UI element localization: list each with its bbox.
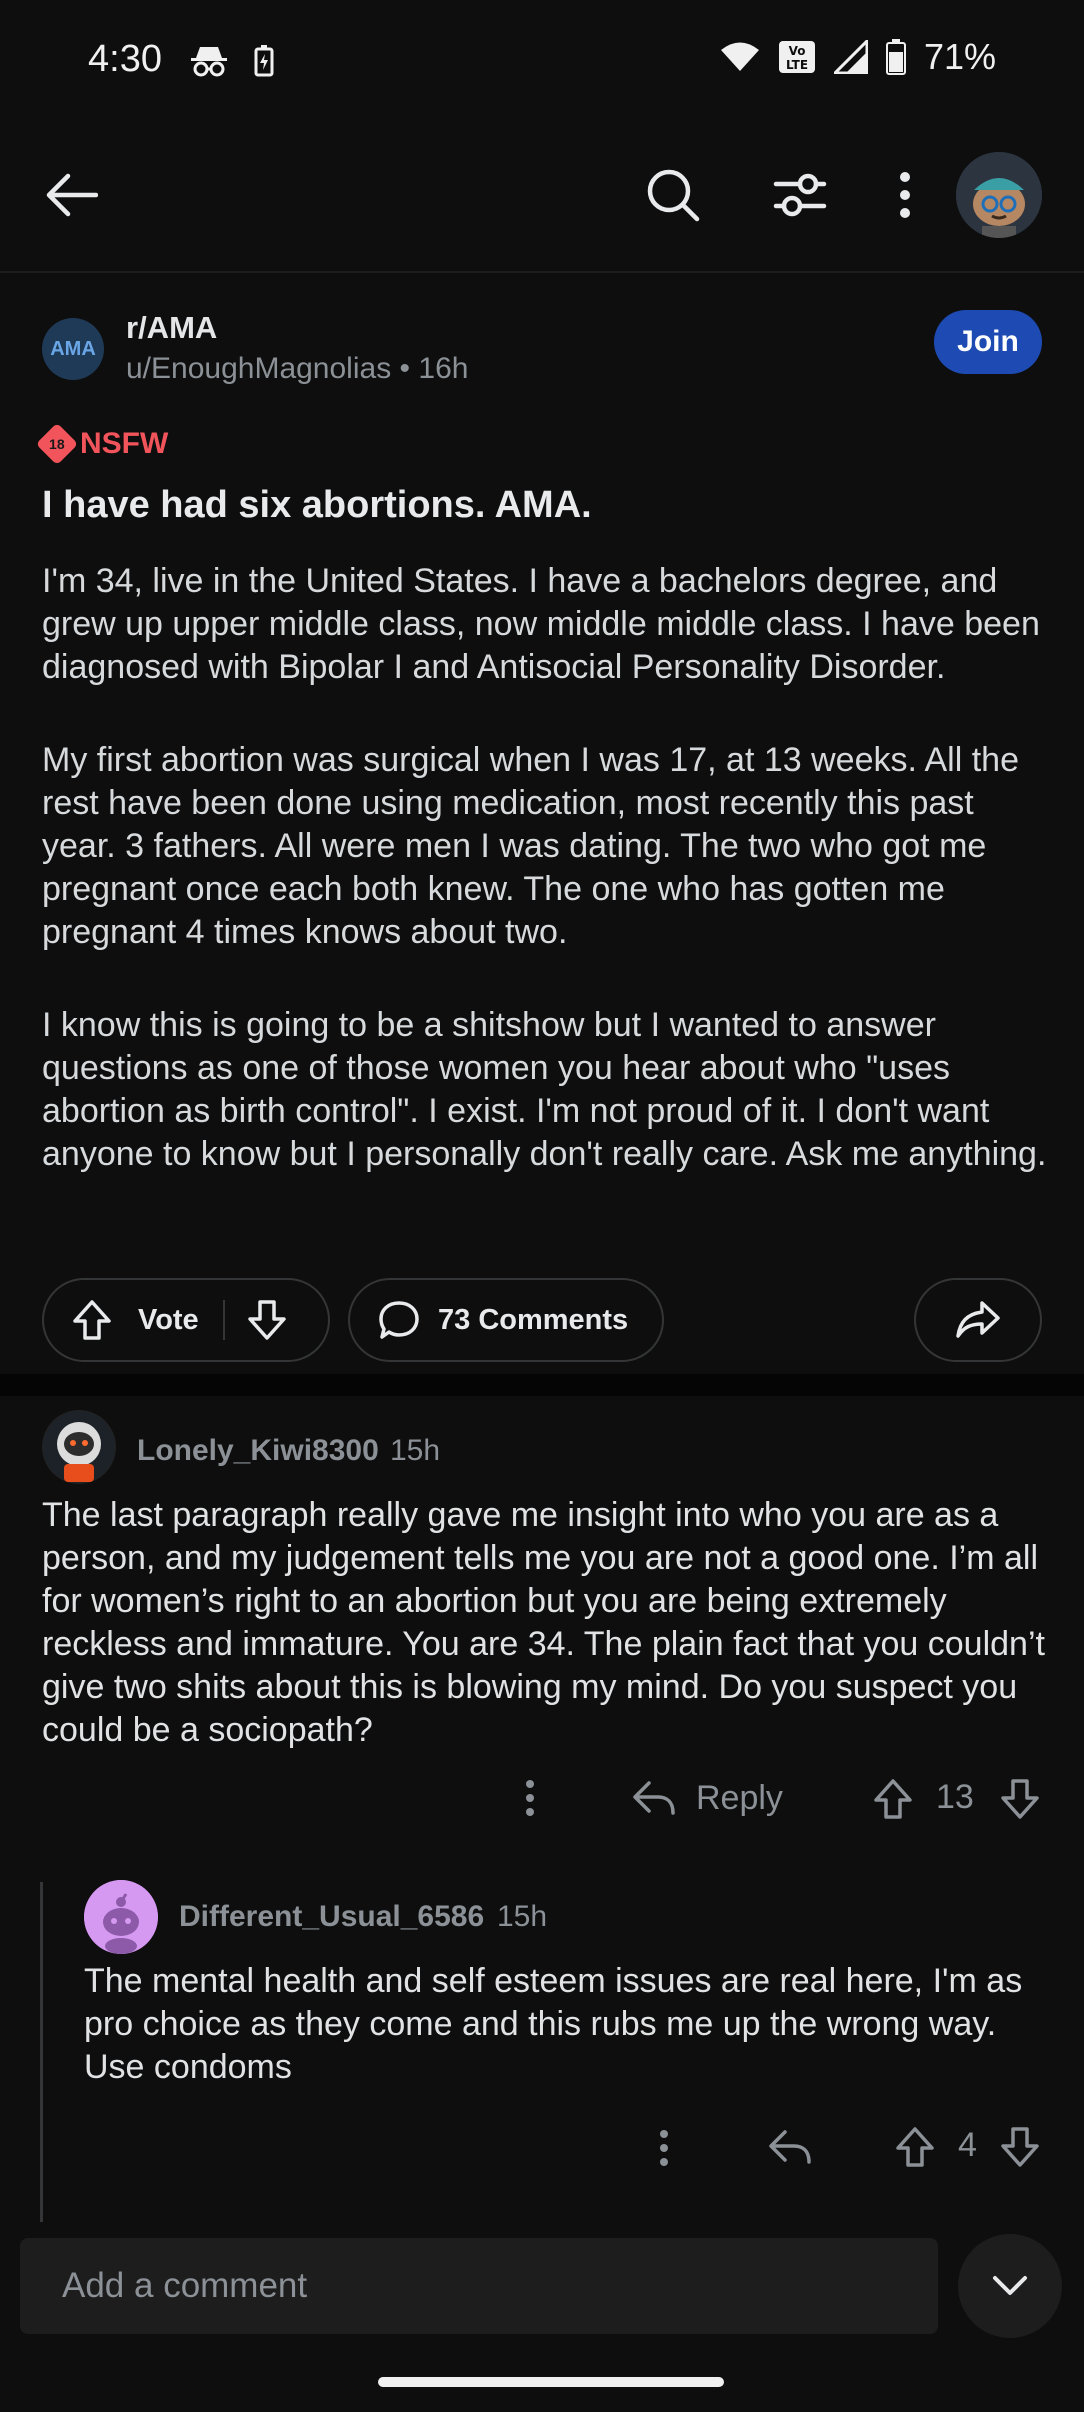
downvote-icon[interactable] bbox=[247, 1299, 287, 1341]
downvote-icon[interactable] bbox=[1000, 1778, 1040, 1820]
upvote-icon[interactable] bbox=[895, 2126, 935, 2168]
status-right-icons: Vo LTE 71% bbox=[720, 36, 996, 78]
signal-icon bbox=[833, 40, 868, 74]
downvote-icon[interactable] bbox=[1000, 2126, 1040, 2168]
sort-filter-button[interactable] bbox=[758, 155, 842, 235]
incognito-icon bbox=[191, 47, 227, 77]
commenter-avatar[interactable] bbox=[42, 1410, 116, 1484]
section-divider bbox=[0, 1374, 1084, 1396]
snoo-avatar-icon bbox=[956, 152, 1042, 238]
vote-divider bbox=[222, 1300, 225, 1340]
post-title: I have had six abortions. AMA. bbox=[42, 484, 592, 526]
comment-actions: Reply 13 bbox=[0, 1764, 1084, 1834]
comments-button[interactable]: 73 Comments bbox=[348, 1278, 664, 1362]
more-options-icon bbox=[660, 2130, 668, 2166]
post-body: I'm 34, live in the United States. I hav… bbox=[42, 560, 1052, 1226]
more-options-icon bbox=[900, 172, 910, 218]
comment-author[interactable]: Lonely_Kiwi8300 bbox=[137, 1434, 379, 1468]
battery-saver-icon bbox=[254, 45, 274, 77]
status-left-icons bbox=[190, 44, 274, 78]
comment-bubble-icon bbox=[379, 1301, 419, 1339]
post-action-row: Vote 73 Comments bbox=[42, 1278, 1042, 1362]
search-icon bbox=[647, 169, 700, 222]
search-button[interactable] bbox=[633, 155, 713, 235]
join-button[interactable]: Join bbox=[934, 310, 1042, 374]
home-indicator[interactable] bbox=[378, 2377, 724, 2387]
comment-author[interactable]: Different_Usual_6586 bbox=[179, 1900, 484, 1934]
nsfw-18-icon: 18 bbox=[35, 422, 79, 466]
astronaut-snoo-icon bbox=[43, 1411, 115, 1483]
reply-arrow-icon bbox=[633, 1781, 675, 1815]
post-paragraph: I'm 34, live in the United States. I hav… bbox=[42, 562, 1040, 686]
default-snoo-icon bbox=[84, 1880, 158, 1954]
app-bar bbox=[0, 125, 1084, 273]
upvote-icon[interactable] bbox=[873, 1778, 913, 1820]
nsfw-label: NSFW bbox=[80, 427, 169, 460]
wifi-icon bbox=[720, 42, 759, 71]
comment-age: 15h bbox=[390, 1434, 441, 1467]
post-age: 16h bbox=[418, 352, 469, 385]
comment-composer-bar: Add a comment bbox=[0, 2222, 1084, 2338]
comment-age: 15h bbox=[497, 1900, 548, 1933]
back-arrow-icon bbox=[46, 173, 98, 217]
post-paragraph: My first abortion was surgical when I wa… bbox=[42, 741, 1020, 951]
post-author[interactable]: u/EnoughMagnolias bbox=[126, 352, 391, 385]
nsfw-tag: 18 NSFW bbox=[35, 422, 169, 466]
more-options-icon bbox=[526, 1780, 534, 1816]
svg-text:Vo: Vo bbox=[789, 44, 806, 58]
upvote-icon[interactable] bbox=[72, 1299, 112, 1341]
post-paragraph: I know this is going to be a shitshow bu… bbox=[42, 1006, 1047, 1173]
status-bar: 4:30 Vo LTE 71% bbox=[0, 0, 1084, 125]
comment-body: The last paragraph really gave me insigh… bbox=[42, 1496, 1045, 1749]
comment-reply: Different_Usual_6586 15h The mental heal… bbox=[0, 1880, 1084, 2180]
battery-percentage: 71% bbox=[923, 36, 996, 77]
comment-more-button[interactable] bbox=[644, 2120, 684, 2176]
vote-control: Vote bbox=[42, 1278, 330, 1362]
reply-label: Reply bbox=[696, 1778, 783, 1817]
share-icon bbox=[956, 1301, 1000, 1338]
comment: Lonely_Kiwi8300 15h The last paragraph r… bbox=[0, 1410, 1084, 1840]
chevron-down-icon bbox=[993, 2276, 1027, 2295]
vote-label: Vote bbox=[138, 1303, 199, 1336]
more-options-button[interactable] bbox=[872, 155, 938, 235]
comment-score: 4 bbox=[958, 2126, 977, 2164]
sort-filter-icon bbox=[773, 173, 827, 217]
comment-score: 13 bbox=[936, 1778, 974, 1816]
comment-actions: 4 bbox=[0, 2118, 1084, 2178]
comments-count-label: 73 Comments bbox=[438, 1303, 629, 1336]
add-comment-input[interactable]: Add a comment bbox=[20, 2238, 938, 2334]
meta-separator: • bbox=[399, 352, 419, 385]
volte-icon: Vo LTE bbox=[778, 41, 815, 73]
post-meta: u/EnoughMagnolias • 16h bbox=[126, 352, 468, 386]
commenter-avatar[interactable] bbox=[84, 1880, 158, 1954]
battery-icon bbox=[885, 39, 906, 75]
user-avatar[interactable] bbox=[956, 152, 1042, 238]
svg-text:LTE: LTE bbox=[786, 58, 808, 72]
back-button[interactable] bbox=[32, 155, 112, 235]
comment-more-button[interactable] bbox=[510, 1768, 550, 1828]
collapse-button[interactable] bbox=[958, 2234, 1062, 2338]
subreddit-avatar[interactable]: AMA bbox=[42, 318, 104, 380]
subreddit-name[interactable]: r/AMA bbox=[126, 310, 217, 346]
reply-arrow-icon[interactable] bbox=[768, 2128, 812, 2166]
reply-button[interactable]: Reply bbox=[632, 1768, 783, 1828]
nsfw-badge-text: 18 bbox=[49, 435, 65, 452]
status-time: 4:30 bbox=[88, 38, 162, 80]
share-button[interactable] bbox=[914, 1278, 1042, 1362]
comment-body: The mental health and self esteem issues… bbox=[84, 1962, 1023, 2086]
post-header: AMA r/AMA u/EnoughMagnolias • 16h Join bbox=[42, 310, 1042, 390]
